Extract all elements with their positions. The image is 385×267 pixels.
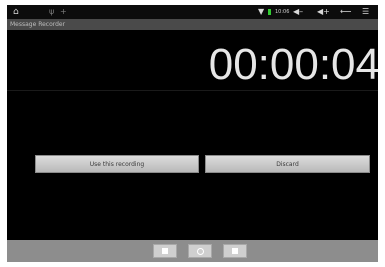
back-icon[interactable]: ⟵	[340, 7, 351, 17]
nav-center-button[interactable]	[188, 244, 212, 258]
use-recording-button[interactable]: Use this recording	[35, 155, 199, 173]
nav-dot-icon	[162, 248, 168, 254]
divider	[7, 90, 378, 91]
status-bar: ⌂ ψ + ▼ 10:06 ◀– ◀+ ⟵ ☰	[7, 5, 378, 19]
recording-timer: 00:00:04	[208, 40, 378, 89]
discard-button[interactable]: Discard	[205, 155, 370, 173]
app-title: Message Recorder	[10, 21, 66, 28]
device-screen: ⌂ ψ + ▼ 10:06 ◀– ◀+ ⟵ ☰ Message Recorder…	[7, 5, 378, 262]
wifi-icon: ▼	[258, 7, 265, 16]
plus-icon: +	[60, 7, 67, 16]
home-icon[interactable]: ⌂	[13, 7, 19, 17]
menu-icon[interactable]: ☰	[362, 7, 369, 17]
nav-left-button[interactable]	[153, 244, 177, 258]
usb-icon: ψ	[49, 7, 55, 16]
nav-square-icon	[232, 248, 238, 254]
battery-icon	[268, 9, 271, 15]
volume-up-icon[interactable]: ◀+	[317, 7, 330, 17]
title-bar: Message Recorder	[7, 19, 378, 30]
nav-bar	[7, 240, 378, 262]
nav-right-button[interactable]	[223, 244, 247, 258]
nav-circle-icon	[197, 248, 204, 255]
volume-down-icon[interactable]: ◀–	[293, 7, 303, 17]
status-clock: 10:06	[275, 9, 290, 15]
